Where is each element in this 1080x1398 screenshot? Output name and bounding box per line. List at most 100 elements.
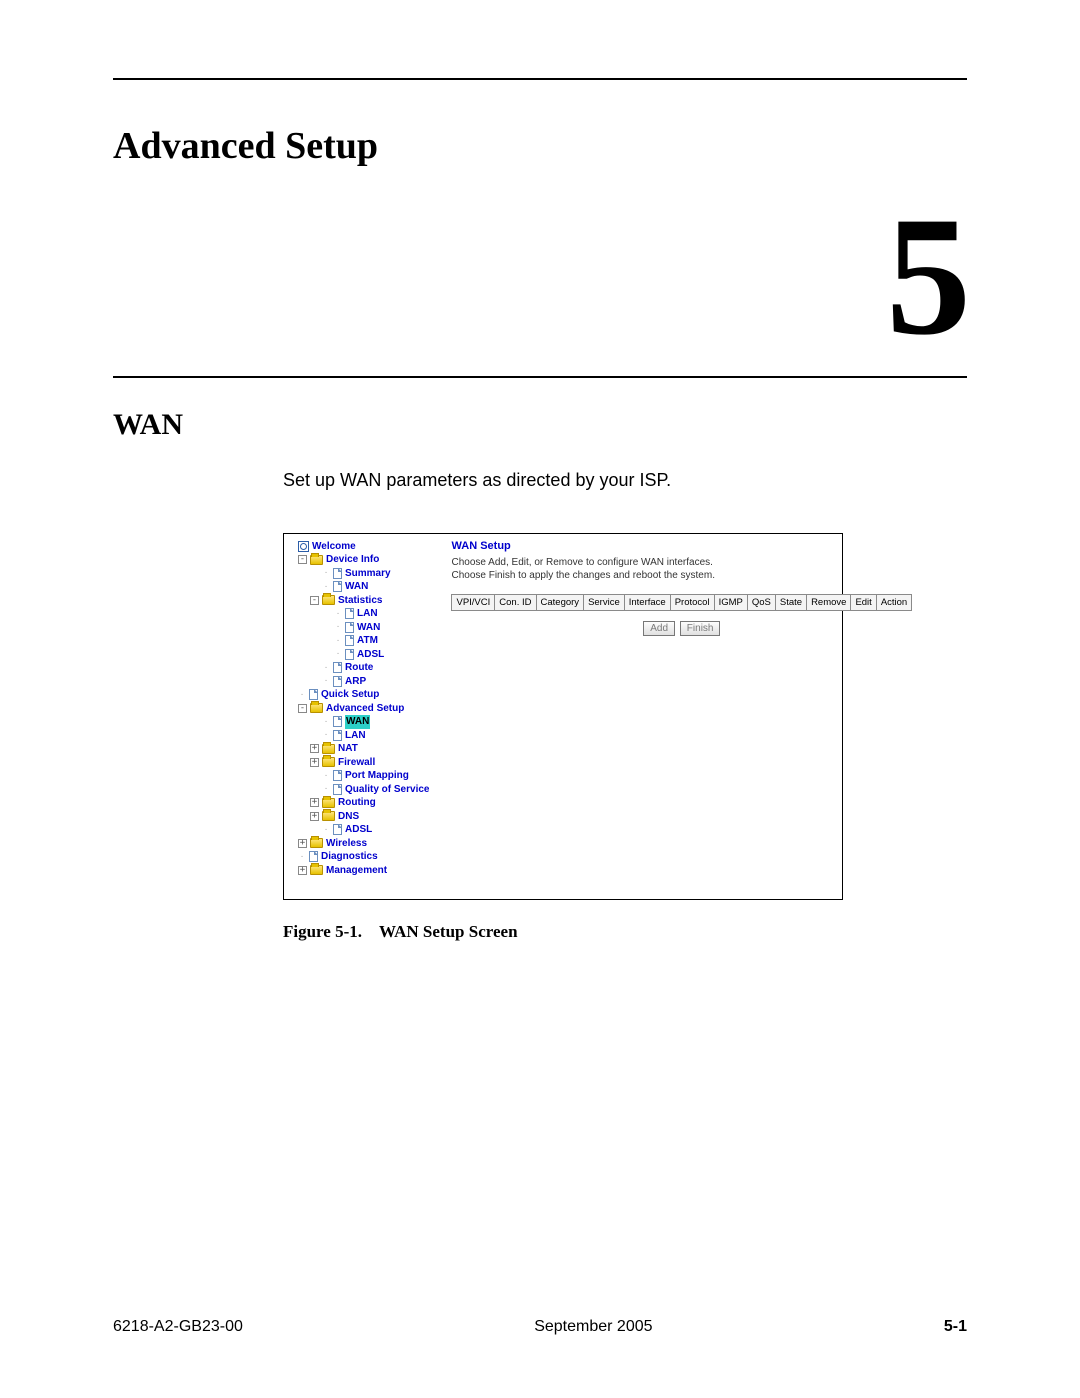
tree-summary[interactable]: ·Summary — [290, 567, 429, 581]
tree-label: WAN — [345, 580, 368, 594]
tree-label: ADSL — [345, 823, 372, 837]
page-icon — [333, 716, 342, 727]
expand-icon[interactable]: + — [310, 744, 319, 753]
tree-label: ADSL — [357, 648, 384, 662]
col-action: Action — [876, 594, 911, 610]
tree-advanced-setup[interactable]: -Advanced Setup — [290, 702, 429, 716]
rule-below-number — [113, 376, 967, 378]
tree-stat-lan[interactable]: ·LAN — [290, 607, 429, 621]
col-vpi-vci: VPI/VCI — [452, 594, 495, 610]
rule-top — [113, 78, 967, 80]
tree-label: Quick Setup — [321, 688, 379, 702]
chapter-number: 5 — [113, 196, 967, 358]
table-header-row: VPI/VCI Con. ID Category Service Interfa… — [452, 594, 912, 610]
tree-wireless[interactable]: + Wireless — [290, 837, 429, 851]
tree-qos[interactable]: ·Quality of Service — [290, 783, 429, 797]
folder-icon — [322, 798, 335, 808]
tree-label: Management — [326, 864, 387, 878]
folder-icon — [322, 811, 335, 821]
page-icon — [333, 676, 342, 687]
tree-management[interactable]: + Management — [290, 864, 429, 878]
footer-date: September 2005 — [534, 1318, 652, 1336]
page-icon — [345, 622, 354, 633]
page-icon — [333, 568, 342, 579]
tree-label: ARP — [345, 675, 366, 689]
tree-welcome[interactable]: Welcome — [290, 540, 429, 554]
expand-icon[interactable]: + — [298, 866, 307, 875]
add-button[interactable]: Add — [643, 621, 675, 636]
tree-route[interactable]: ·Route — [290, 661, 429, 675]
folder-icon — [322, 595, 335, 605]
tree-label: WAN — [357, 621, 380, 635]
figure-caption-prefix: Figure 5-1. — [283, 922, 362, 941]
chapter-title: Advanced Setup — [113, 124, 967, 168]
tree-label: DNS — [338, 810, 359, 824]
tree-stat-adsl[interactable]: ·ADSL — [290, 648, 429, 662]
collapse-icon[interactable]: - — [310, 596, 319, 605]
tree-label: Quality of Service — [345, 783, 429, 797]
figure-caption-text: WAN Setup Screen — [379, 922, 518, 941]
expand-icon[interactable]: + — [310, 798, 319, 807]
tree-statistics[interactable]: - Statistics — [290, 594, 429, 608]
collapse-icon[interactable]: - — [298, 704, 307, 713]
tree-label: ATM — [357, 634, 378, 648]
col-con-id: Con. ID — [495, 594, 536, 610]
tree-label: Route — [345, 661, 373, 675]
page-icon — [333, 730, 342, 741]
footer-doc-id: 6218-A2-GB23-00 — [113, 1318, 243, 1336]
finish-button[interactable]: Finish — [680, 621, 721, 636]
wan-table: VPI/VCI Con. ID Category Service Interfa… — [451, 594, 912, 611]
tree-quick-setup[interactable]: ·Quick Setup — [290, 688, 429, 702]
expand-icon[interactable]: + — [310, 758, 319, 767]
col-igmp: IGMP — [714, 594, 747, 610]
page-icon — [333, 770, 342, 781]
section-body: Set up WAN parameters as directed by you… — [283, 470, 967, 491]
col-edit: Edit — [851, 594, 876, 610]
page-icon — [333, 581, 342, 592]
tree-label: LAN — [357, 607, 378, 621]
tree-label: NAT — [338, 742, 358, 756]
tree-firewall[interactable]: + Firewall — [290, 756, 429, 770]
tree-nat[interactable]: + NAT — [290, 742, 429, 756]
expand-icon[interactable]: + — [310, 812, 319, 821]
tree-port-mapping[interactable]: ·Port Mapping — [290, 769, 429, 783]
figure-screenshot: Welcome - Device Info ·Summary ·WAN - Stat… — [283, 533, 843, 901]
tree-diagnostics[interactable]: ·Diagnostics — [290, 850, 429, 864]
folder-icon — [322, 757, 335, 767]
tree-label: Device Info — [326, 553, 379, 567]
tree-adv-wan[interactable]: ·WAN — [290, 715, 429, 729]
page-icon — [309, 851, 318, 862]
tree-label: Firewall — [338, 756, 375, 770]
tree-stat-atm[interactable]: ·ATM — [290, 634, 429, 648]
panel-title: WAN Setup — [451, 540, 912, 552]
tree-label: Welcome — [312, 540, 356, 554]
page-icon — [345, 649, 354, 660]
tree-routing[interactable]: + Routing — [290, 796, 429, 810]
tree-stat-wan[interactable]: ·WAN — [290, 621, 429, 635]
tree-device-info[interactable]: - Device Info — [290, 553, 429, 567]
tree-label: Routing — [338, 796, 376, 810]
nav-tree: Welcome - Device Info ·Summary ·WAN - Stat… — [290, 540, 429, 878]
page-icon — [333, 824, 342, 835]
collapse-icon[interactable]: - — [298, 555, 307, 564]
folder-icon — [322, 744, 335, 754]
tree-label: LAN — [345, 729, 366, 743]
figure-caption: Figure 5-1. WAN Setup Screen — [283, 922, 967, 942]
folder-icon — [310, 865, 323, 875]
expand-icon[interactable]: + — [298, 839, 307, 848]
panel-text-1: Choose Add, Edit, or Remove to configure… — [451, 556, 912, 569]
tree-label: Diagnostics — [321, 850, 378, 864]
tree-arp[interactable]: ·ARP — [290, 675, 429, 689]
tree-dns[interactable]: + DNS — [290, 810, 429, 824]
page-icon — [345, 608, 354, 619]
tree-label: Statistics — [338, 594, 382, 608]
tree-wan[interactable]: ·WAN — [290, 580, 429, 594]
page-icon — [309, 689, 318, 700]
tree-adv-lan[interactable]: ·LAN — [290, 729, 429, 743]
tree-adv-adsl[interactable]: ·ADSL — [290, 823, 429, 837]
page-icon — [345, 635, 354, 646]
content-panel: WAN Setup Choose Add, Edit, or Remove to… — [451, 540, 912, 878]
tree-label-selected: WAN — [345, 715, 370, 729]
panel-text-2: Choose Finish to apply the changes and r… — [451, 569, 912, 582]
tree-label: Wireless — [326, 837, 367, 851]
